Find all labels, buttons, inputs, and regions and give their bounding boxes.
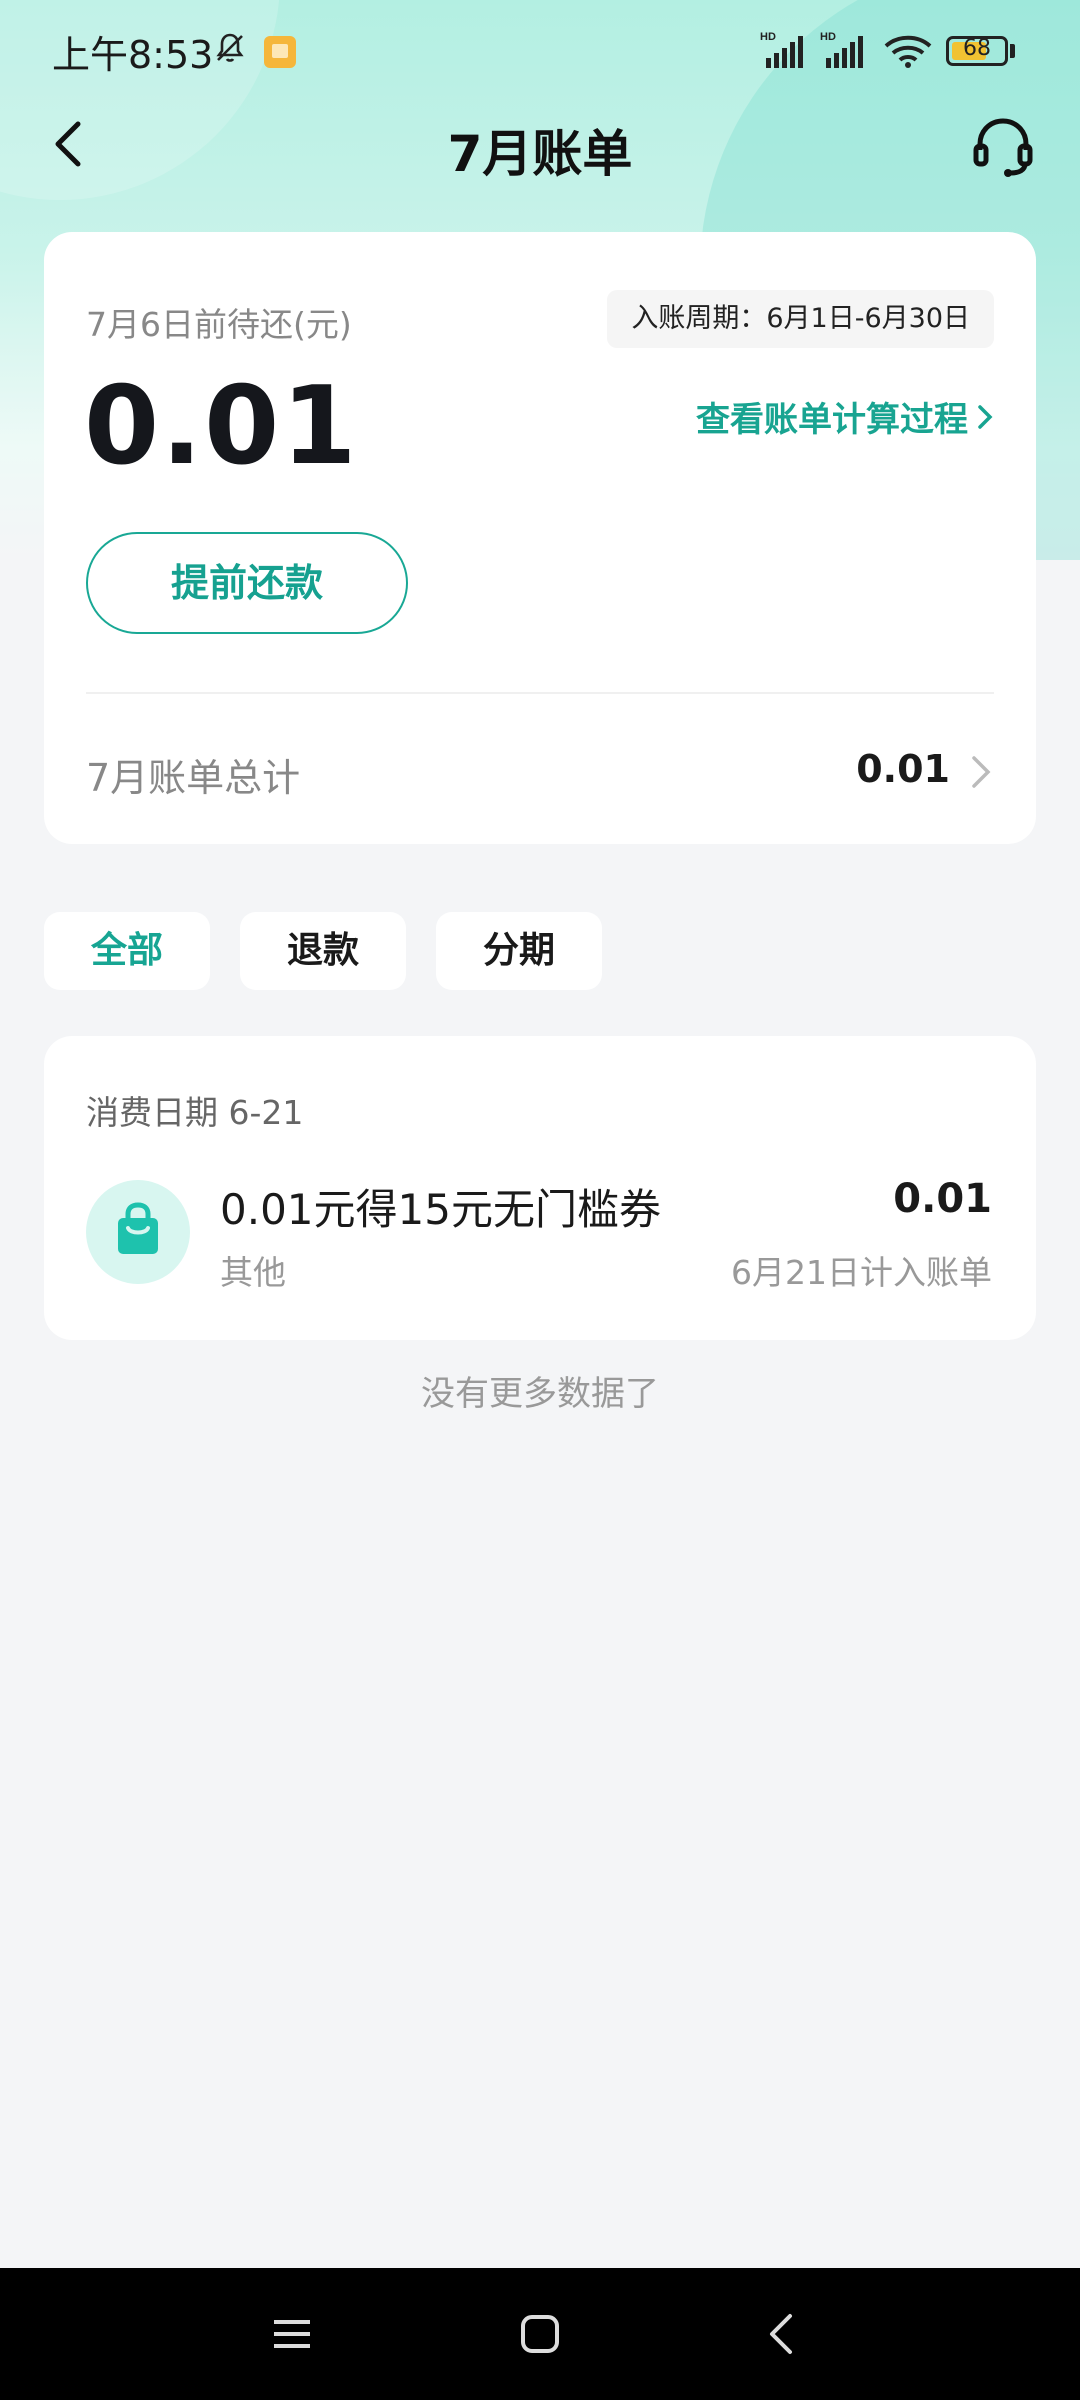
system-navigation-bar (0, 2268, 1080, 2400)
back-icon[interactable] (756, 2308, 808, 2360)
home-icon[interactable] (514, 2308, 566, 2360)
transaction-title: 0.01元得15元无门槛券 (220, 1185, 661, 1234)
transaction-card: 消费日期 6-21 0.01元得15元无门槛券 其他 0.01 6月21日计入账… (44, 1036, 1036, 1340)
signal-1-hd-label: HD (760, 31, 776, 43)
chevron-right-icon[interactable] (966, 752, 996, 792)
tab-refund[interactable]: 退款 (240, 912, 406, 990)
headset-icon[interactable] (968, 110, 1038, 180)
transaction-posted-date: 6月21日计入账单 (731, 1253, 992, 1292)
total-label[interactable]: 7月账单总计 (86, 747, 300, 802)
signal-icon: HD (760, 31, 803, 68)
due-amount: 0.01 (84, 364, 359, 489)
view-calculation-label: 查看账单计算过程 (696, 400, 968, 440)
menu-icon[interactable] (266, 2308, 318, 2360)
no-more-data-text: 没有更多数据了 (421, 1374, 659, 1414)
app-notification-icon (264, 36, 296, 68)
tab-all[interactable]: 全部 (44, 912, 210, 990)
signal-2-hd-label: HD (820, 31, 836, 43)
divider (86, 692, 994, 694)
shopping-bag-icon (86, 1180, 190, 1284)
total-value[interactable]: 0.01 (856, 747, 950, 791)
wifi-icon (884, 35, 932, 68)
view-calculation-link[interactable]: 查看账单计算过程 (696, 392, 994, 441)
status-bar: 上午8:53 HD HD 68 (0, 0, 1080, 100)
bill-summary-card: 7月6日前待还(元) 入账周期：6月1日-6月30日 0.01 查看账单计算过程… (44, 232, 1036, 844)
transaction-amount: 0.01 (893, 1176, 992, 1222)
prepay-button[interactable]: 提前还款 (86, 532, 408, 634)
battery-icon: 68 (946, 36, 1008, 66)
transaction-date: 消费日期 6-21 (86, 1093, 304, 1132)
chevron-right-icon (976, 400, 994, 440)
signal-icon-2: HD (820, 31, 863, 68)
transaction-category: 其他 (220, 1253, 286, 1292)
billing-period-tag: 入账周期：6月1日-6月30日 (607, 290, 994, 348)
bell-muted-icon (216, 33, 244, 62)
battery-level: 68 (963, 36, 991, 61)
due-label: 7月6日前待还(元) (86, 305, 352, 344)
top-nav: 7月账单 (0, 100, 1080, 190)
status-time: 上午8:53 (52, 33, 214, 77)
tab-installment[interactable]: 分期 (436, 912, 602, 990)
page-title: 7月账单 (447, 125, 633, 183)
